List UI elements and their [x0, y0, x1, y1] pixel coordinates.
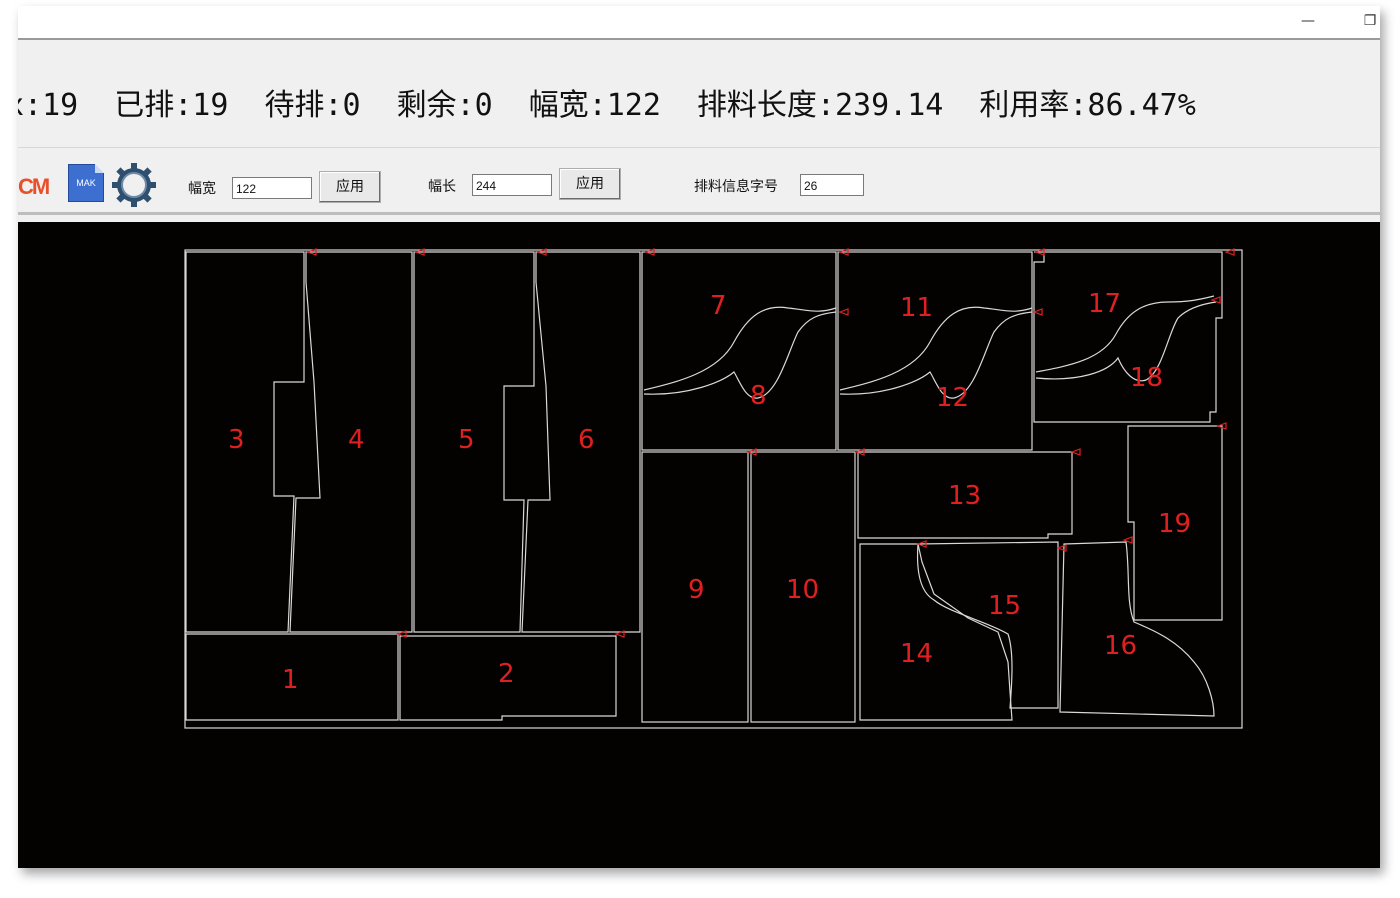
piece-label-19: 19 [1158, 509, 1191, 539]
stats-line: x:19 已排:19 待排:0 剩余:0 幅宽:122 排料长度:239.14 利用率:86… [18, 80, 1232, 124]
piece-7-8-curve [643, 306, 837, 391]
stats-bar: x:19 已排:19 待排:0 剩余:0 幅宽:122 排料长度:239.14 利用率:86… [18, 40, 1380, 148]
apply-width-button[interactable]: 应用 [319, 171, 381, 203]
stat-utilization: 利用率:86.47% [979, 88, 1196, 123]
stat-placed: 已排:19 [114, 88, 229, 123]
piece-label-5: 5 [458, 425, 475, 455]
piece-label-4: 4 [348, 425, 365, 455]
cm-icon[interactable]: CM [18, 174, 50, 200]
stat-remaining: 剩余:0 [396, 88, 493, 123]
piece-17-18-curve [1035, 295, 1215, 373]
title-bar: — ❐ [18, 6, 1380, 38]
file-fold [95, 164, 104, 173]
piece-15 [916, 541, 1059, 709]
piece-3 [185, 251, 305, 633]
maximize-button[interactable]: ❐ [1355, 8, 1380, 34]
piece-label-10: 10 [786, 575, 819, 605]
length-label: 幅长 [428, 179, 456, 195]
piece-7-8-curve2 [643, 311, 837, 399]
mak-icon-label: MAK [76, 178, 96, 188]
piece-11-12-curve [839, 306, 1033, 391]
piece-label-2: 2 [498, 659, 515, 689]
stat-pending: 待排:0 [264, 88, 361, 123]
piece-17-18-curve2 [1035, 301, 1217, 382]
app-window: — ❐ x:19 已排:19 待排:0 剩余:0 幅宽:122 排料长度:239.14 利用… [18, 6, 1380, 868]
piece-label-3: 3 [228, 425, 245, 455]
piece-label-6: 6 [578, 425, 595, 455]
stat-count: x:19 [18, 88, 79, 123]
mak-file-icon[interactable]: MAK [68, 164, 104, 202]
piece-label-11: 11 [900, 293, 933, 323]
piece-label-17: 17 [1088, 289, 1121, 319]
piece-16 [1059, 541, 1215, 717]
piece-11-12-block [837, 251, 1033, 451]
piece-label-14: 14 [900, 639, 933, 669]
piece-label-16: 16 [1104, 631, 1137, 661]
gear-icon[interactable] [111, 162, 157, 212]
piece-label-1: 1 [282, 665, 299, 695]
piece-label-13: 13 [948, 481, 981, 511]
apply-length-button[interactable]: 应用 [559, 168, 621, 200]
piece-label-8: 8 [750, 381, 767, 411]
font-size-label: 排料信息字号 [694, 179, 778, 195]
piece-label-9: 9 [688, 575, 705, 605]
piece-label-15: 15 [988, 591, 1021, 621]
piece-label-7: 7 [710, 291, 727, 321]
piece-label-18: 18 [1130, 363, 1163, 393]
piece-14 [859, 543, 1013, 721]
piece-label-12: 12 [936, 383, 969, 413]
fabric-boundary [184, 249, 1243, 729]
width-input[interactable]: 122 [232, 177, 312, 199]
length-input[interactable]: 244 [472, 174, 552, 196]
width-label: 幅宽 [188, 181, 216, 197]
piece-17-18-block [1033, 251, 1223, 423]
piece-7-8-block [641, 251, 837, 451]
stat-width: 幅宽:122 [528, 88, 661, 123]
marker-layout: 3 4 5 6 1 2 7 8 9 10 11 12 13 14 15 16 1… [184, 248, 1243, 729]
font-size-input[interactable]: 26 [800, 174, 864, 196]
marker-canvas[interactable]: 3 4 5 6 1 2 7 8 9 10 11 12 13 14 15 16 1… [18, 222, 1380, 868]
divider [18, 212, 1380, 215]
stat-length: 排料长度:239.14 [696, 88, 944, 123]
minimize-button[interactable]: — [1293, 8, 1323, 34]
